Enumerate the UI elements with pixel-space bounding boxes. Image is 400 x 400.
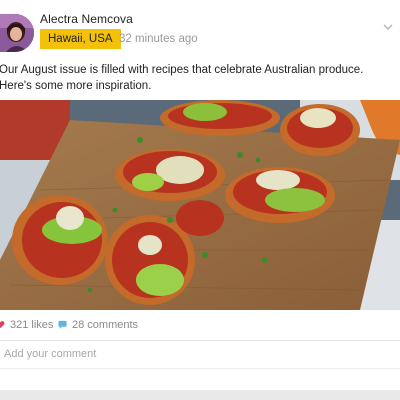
feed-bottom-gap xyxy=(0,390,400,400)
divider xyxy=(0,368,400,369)
post-card: Alectra Nemcova Hawaii, USA 32 minutes a… xyxy=(0,0,400,390)
avatar-image xyxy=(0,14,34,52)
comments-count[interactable]: 28 comments xyxy=(72,319,138,331)
post-stats: 321 likes 28 comments xyxy=(0,318,400,334)
location-badge[interactable]: Hawaii, USA xyxy=(40,29,121,49)
heart-icon[interactable] xyxy=(0,320,5,329)
post-timestamp: 32 minutes ago xyxy=(119,33,198,45)
chevron-down-icon[interactable] xyxy=(381,20,395,34)
likes-count[interactable]: 321 likes xyxy=(10,319,53,331)
author-name[interactable]: Alectra Nemcova xyxy=(40,12,133,26)
post-text: Our August issue is filled with recipes … xyxy=(0,64,364,92)
avatar[interactable] xyxy=(0,14,34,52)
food-photo xyxy=(0,100,400,310)
comment-icon[interactable] xyxy=(58,320,67,329)
divider xyxy=(0,340,400,341)
comment-input[interactable] xyxy=(0,342,400,366)
post-image[interactable] xyxy=(0,100,400,310)
